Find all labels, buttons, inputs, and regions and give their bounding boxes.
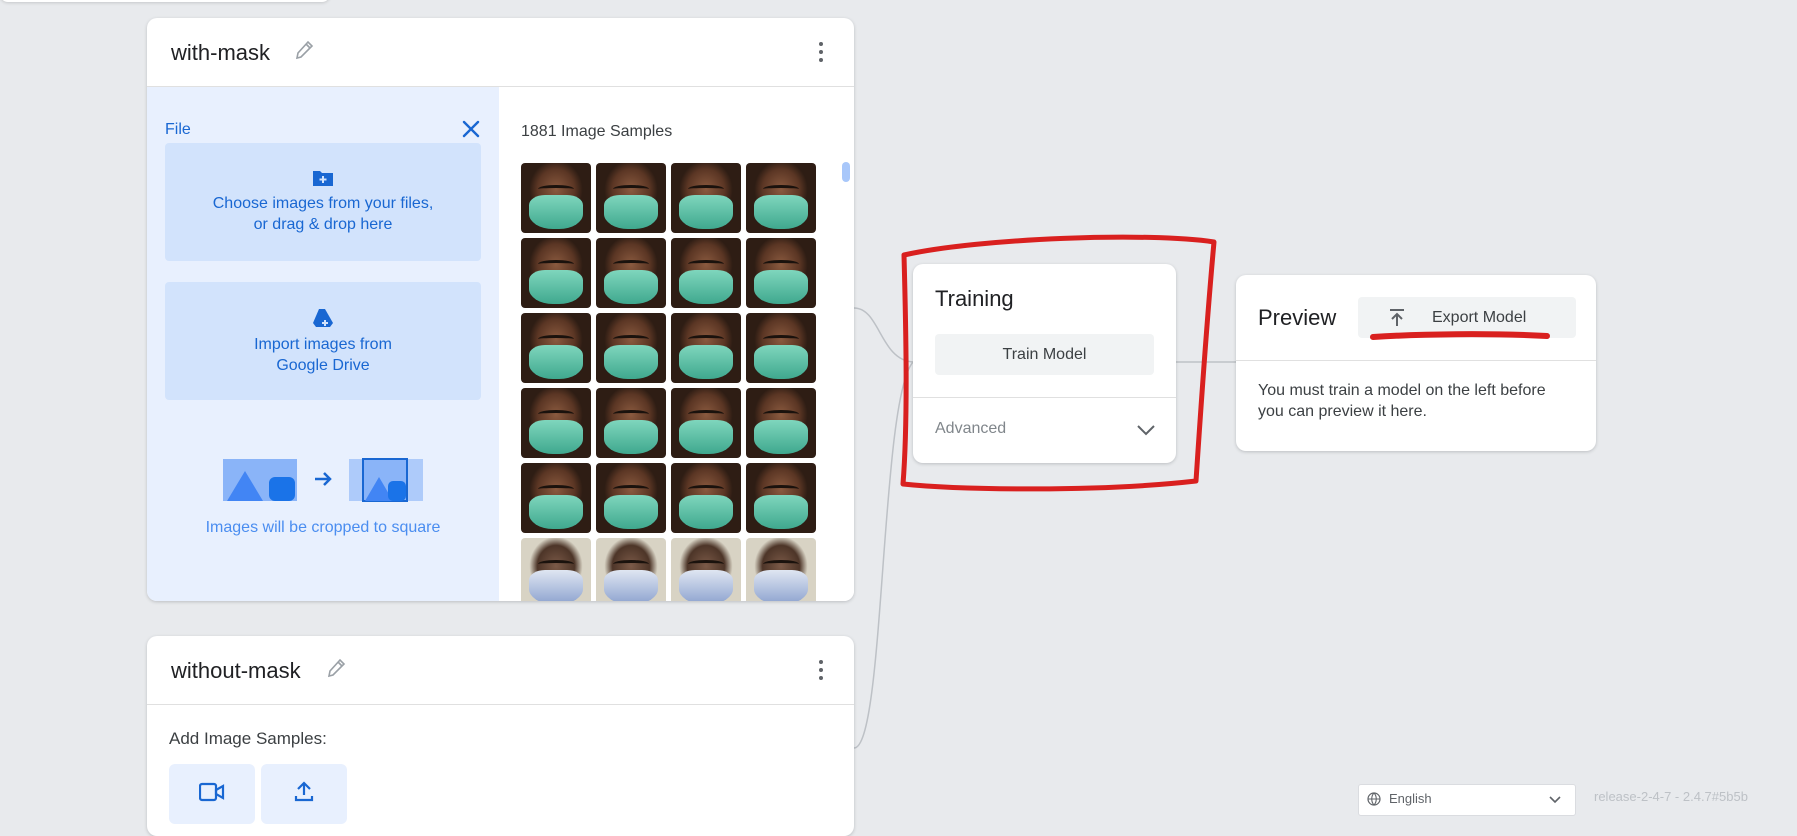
sample-thumbnail-grid xyxy=(521,163,821,601)
sample-thumbnail[interactable] xyxy=(671,238,741,308)
upload-icon xyxy=(294,781,314,802)
samples-count: 1881 Image Samples xyxy=(521,123,673,140)
more-options-icon[interactable] xyxy=(818,660,824,682)
class-card-without-mask: without-mask Add Image Samples: xyxy=(147,636,854,836)
sample-thumbnail[interactable] xyxy=(596,538,666,601)
divider xyxy=(913,397,1176,398)
export-model-label: Export Model xyxy=(1432,309,1527,326)
class-name[interactable]: with-mask xyxy=(171,40,270,66)
sample-thumbnail[interactable] xyxy=(521,538,591,601)
sample-thumbnail[interactable] xyxy=(746,313,816,383)
sample-thumbnail[interactable] xyxy=(596,238,666,308)
class-card-header: without-mask xyxy=(147,636,854,705)
more-options-icon[interactable] xyxy=(818,42,824,64)
sample-thumbnail[interactable] xyxy=(521,463,591,533)
upload-source-button[interactable] xyxy=(261,764,347,824)
google-drive-import[interactable]: Import images from Google Drive xyxy=(165,282,481,400)
sample-thumbnail[interactable] xyxy=(521,313,591,383)
training-title: Training xyxy=(935,286,1014,311)
close-icon[interactable] xyxy=(459,117,483,141)
language-value: English xyxy=(1389,791,1432,806)
samples-panel: 1881 Image Samples xyxy=(499,87,854,601)
divider xyxy=(1236,360,1596,361)
sample-thumbnail[interactable] xyxy=(521,238,591,308)
language-select[interactable]: English xyxy=(1358,784,1576,816)
edit-pencil-icon[interactable] xyxy=(293,38,315,62)
sample-thumbnail[interactable] xyxy=(746,463,816,533)
chevron-down-icon xyxy=(1549,796,1561,804)
webcam-icon xyxy=(199,782,225,802)
sample-thumbnail[interactable] xyxy=(521,388,591,458)
sample-thumbnail[interactable] xyxy=(671,388,741,458)
sample-thumbnail[interactable] xyxy=(746,388,816,458)
sample-thumbnail[interactable] xyxy=(671,313,741,383)
crop-illustration xyxy=(223,458,423,502)
sample-thumbnail[interactable] xyxy=(596,388,666,458)
class-card-with-mask: with-mask File Choose images from your f… xyxy=(147,18,854,601)
crop-note: Images will be cropped to square xyxy=(205,519,441,536)
sample-thumbnail[interactable] xyxy=(671,538,741,601)
sample-thumbnail[interactable] xyxy=(596,463,666,533)
release-version: release-2-4-7 - 2.4.7#5b5b xyxy=(1594,789,1748,804)
drive-line-2: Google Drive xyxy=(276,357,370,374)
sample-thumbnail[interactable] xyxy=(596,313,666,383)
folder-add-icon xyxy=(313,171,333,186)
upload-panel: File Choose images from your files, or d… xyxy=(147,87,499,601)
chevron-down-icon[interactable] xyxy=(1136,424,1156,436)
advanced-toggle-label[interactable]: Advanced xyxy=(935,420,1006,438)
sample-thumbnail[interactable] xyxy=(746,238,816,308)
train-model-button[interactable]: Train Model xyxy=(935,334,1154,375)
sample-thumbnail[interactable] xyxy=(746,538,816,601)
export-upload-icon xyxy=(1390,309,1404,326)
class-card-header: with-mask xyxy=(147,18,854,87)
source-label: File xyxy=(165,121,191,138)
edit-pencil-icon[interactable] xyxy=(325,656,347,680)
class-name[interactable]: without-mask xyxy=(171,658,301,684)
preview-card: Preview Export Model You must train a mo… xyxy=(1236,275,1596,451)
choose-files-dropzone[interactable]: Choose images from your files, or drag &… xyxy=(165,143,481,261)
google-drive-icon xyxy=(313,309,333,327)
sample-thumbnail[interactable] xyxy=(521,163,591,233)
sample-thumbnail[interactable] xyxy=(671,463,741,533)
preview-message: You must train a model on the left befor… xyxy=(1258,382,1546,420)
export-model-button[interactable]: Export Model xyxy=(1358,297,1576,338)
sample-thumbnail[interactable] xyxy=(596,163,666,233)
preview-title: Preview xyxy=(1258,305,1337,330)
training-card: Training Train Model Advanced xyxy=(913,264,1176,463)
choose-files-line-1: Choose images from your files, xyxy=(212,195,434,212)
sample-thumbnail[interactable] xyxy=(671,163,741,233)
choose-files-line-2: or drag & drop here xyxy=(253,216,393,233)
drive-line-1: Import images from xyxy=(254,336,392,353)
globe-icon xyxy=(1367,792,1381,806)
webcam-source-button[interactable] xyxy=(169,764,255,824)
add-samples-label: Add Image Samples: xyxy=(169,729,327,748)
sample-thumbnail[interactable] xyxy=(746,163,816,233)
scrollbar-thumb[interactable] xyxy=(842,162,850,182)
